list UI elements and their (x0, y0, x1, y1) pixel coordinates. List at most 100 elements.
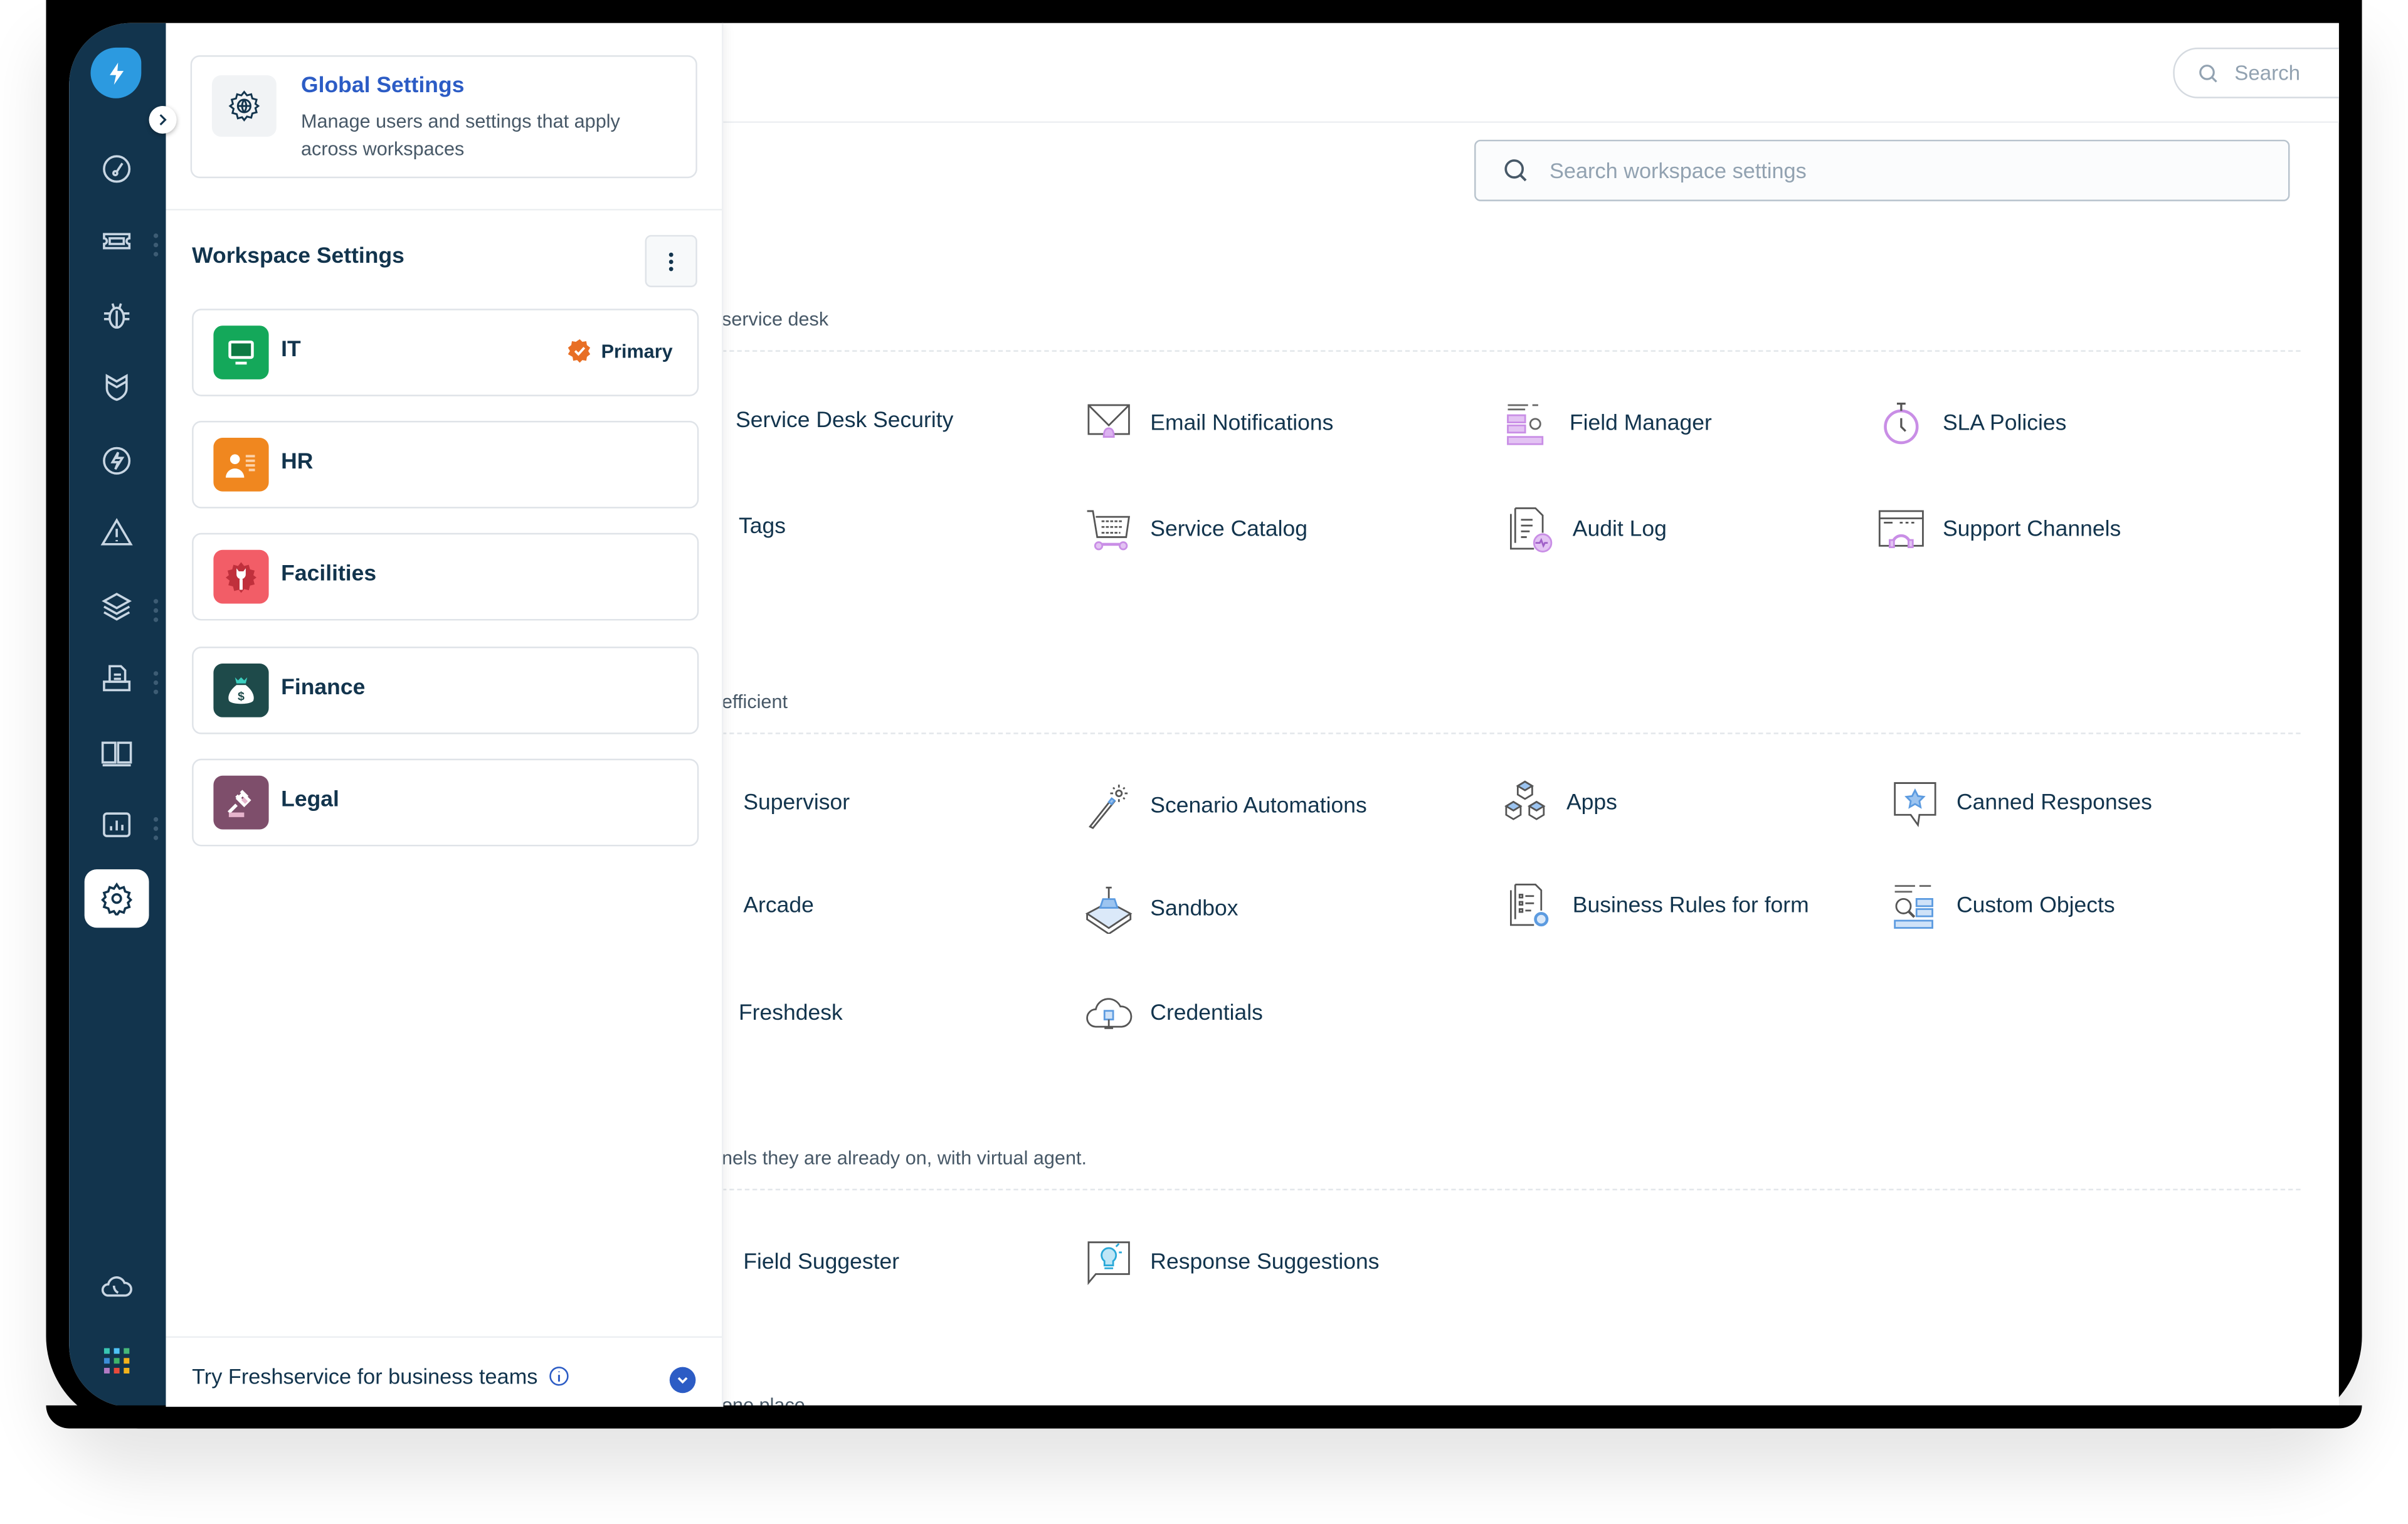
business-rules-icon (1505, 880, 1557, 932)
solutions-icon[interactable] (85, 723, 149, 781)
setting-email-notifications[interactable]: Email Notifications (1083, 398, 1334, 450)
setting-credentials[interactable]: Credentials (1083, 988, 1263, 1040)
setting-label: Email Notifications (1150, 411, 1334, 437)
try-business-teams[interactable]: Try Freshservice for business teams (192, 1364, 570, 1389)
info-icon[interactable] (549, 1365, 570, 1387)
hr-id-card-icon (213, 437, 269, 492)
dashboard-icon[interactable] (85, 140, 149, 198)
app-screen: Search Search workspace settings service… (69, 23, 2339, 1407)
setting-apps[interactable]: Apps (1499, 777, 1617, 829)
setting-audit-log[interactable]: Audit Log (1505, 504, 1667, 556)
canned-responses-icon (1889, 777, 1941, 829)
apps-grid-icon[interactable] (85, 1331, 149, 1390)
section-divider (722, 350, 2301, 352)
setting-label: Business Rules for form (1572, 894, 1809, 919)
analytics-more-dots[interactable] (153, 817, 159, 845)
settings-panel: Global Settings Manage users and setting… (166, 23, 724, 1407)
global-settings-card[interactable]: Global Settings Manage users and setting… (190, 55, 697, 179)
setting-field-manager[interactable]: Field Manager (1502, 398, 1712, 450)
freshservice-logo[interactable] (90, 47, 142, 98)
workspace-card-finance[interactable]: $ Finance (192, 647, 699, 734)
sandbox-icon (1083, 883, 1135, 935)
expand-business-teams-button[interactable] (669, 1367, 696, 1394)
section-description: service desk (722, 309, 829, 331)
setting-supervisor[interactable]: Supervisor (743, 791, 850, 815)
setting-field-suggester[interactable]: Field Suggester (743, 1250, 899, 1274)
assets-more-dots[interactable] (153, 599, 159, 627)
analytics-icon[interactable] (85, 796, 149, 854)
primary-badge: Primary (568, 338, 673, 364)
support-channels-icon (1875, 504, 1927, 556)
setting-label: Service Desk Security (736, 408, 954, 433)
verified-badge-icon (568, 339, 591, 363)
setting-arcade[interactable]: Arcade (743, 894, 814, 918)
service-catalog-icon[interactable] (85, 650, 149, 708)
search-icon (2199, 63, 2217, 82)
problems-icon[interactable] (85, 286, 149, 344)
workspace-card-hr[interactable]: HR (192, 421, 699, 509)
alerts-icon[interactable] (85, 504, 149, 562)
setting-label: Response Suggestions (1150, 1250, 1380, 1275)
audit-log-icon (1505, 504, 1557, 556)
catalog-more-dots[interactable] (153, 671, 159, 699)
setting-label: Custom Objects (1956, 894, 2115, 919)
workspace-card-it[interactable]: IT Primary (192, 309, 699, 396)
setting-label: Service Catalog (1150, 517, 1307, 542)
section-description: nels they are already on, with virtual a… (722, 1147, 1087, 1169)
top-header: Search (722, 23, 2339, 123)
stopwatch-icon (1875, 398, 1927, 450)
tickets-more-dots[interactable] (153, 233, 159, 261)
workspace-name: Facilities (281, 562, 377, 587)
admin-settings-icon[interactable] (84, 869, 149, 928)
setting-label: Supervisor (743, 791, 850, 816)
workspace-name: HR (281, 450, 314, 475)
setting-label: Field Manager (1569, 411, 1712, 437)
setting-sla-policies[interactable]: SLA Policies (1875, 398, 2066, 450)
setting-label: SLA Policies (1942, 411, 2067, 437)
assets-icon[interactable] (85, 578, 149, 636)
setting-label: Audit Log (1572, 517, 1667, 542)
setting-support-channels[interactable]: Support Channels (1875, 504, 2121, 556)
global-settings-title: Global Settings (301, 73, 465, 98)
apps-cubes-icon (1499, 777, 1551, 829)
legal-gavel-icon (213, 775, 269, 830)
setting-service-desk-security[interactable]: Service Desk Security (736, 408, 953, 433)
setting-sandbox[interactable]: Sandbox (1083, 883, 1238, 935)
tickets-icon[interactable] (85, 212, 149, 270)
setting-label: Freshdesk (738, 1001, 843, 1026)
workspace-menu-button[interactable] (645, 235, 697, 287)
workspace-card-legal[interactable]: Legal (192, 758, 699, 847)
setting-response-suggestions[interactable]: Response Suggestions (1083, 1236, 1380, 1288)
global-search-input[interactable]: Search (2173, 47, 2339, 98)
cloud-phone-icon[interactable] (85, 1258, 149, 1316)
section-divider (722, 733, 2301, 734)
setting-label: Apps (1566, 791, 1617, 816)
setting-label: Sandbox (1150, 897, 1238, 922)
setting-business-rules-for-form[interactable]: Business Rules for form (1505, 880, 1809, 932)
field-manager-icon (1502, 398, 1554, 450)
setting-label: Tags (738, 514, 786, 539)
setting-tags[interactable]: Tags (739, 514, 786, 539)
global-settings-description: Manage users and settings that apply acr… (301, 110, 620, 160)
workspace-card-facilities[interactable]: Facilities (192, 532, 699, 621)
facilities-wrench-icon (213, 549, 269, 604)
finance-money-bag-icon: $ (213, 663, 269, 717)
setting-label: Credentials (1150, 1001, 1263, 1026)
setting-scenario-automations[interactable]: Scenario Automations (1083, 780, 1367, 832)
setting-custom-objects[interactable]: Custom Objects (1889, 880, 2115, 932)
panel-footer-divider (166, 1336, 722, 1338)
setting-canned-responses[interactable]: Canned Responses (1889, 777, 2152, 829)
changes-icon[interactable] (85, 358, 149, 416)
setting-service-catalog[interactable]: Service Catalog (1083, 504, 1307, 556)
globe-gear-icon (211, 75, 277, 137)
response-suggestions-icon (1083, 1236, 1135, 1288)
releases-icon[interactable] (85, 431, 149, 490)
setting-freshdesk[interactable]: Freshdesk (739, 1002, 843, 1026)
setting-label: Support Channels (1942, 517, 2121, 542)
shopping-cart-icon (1083, 504, 1135, 556)
workspace-settings-search-input[interactable]: Search workspace settings (1474, 139, 2290, 201)
section-description: efficient (722, 691, 788, 713)
expand-nav-button[interactable] (149, 105, 177, 134)
workspace-search-placeholder: Search workspace settings (1550, 158, 1807, 183)
cloud-credentials-icon (1083, 988, 1135, 1040)
